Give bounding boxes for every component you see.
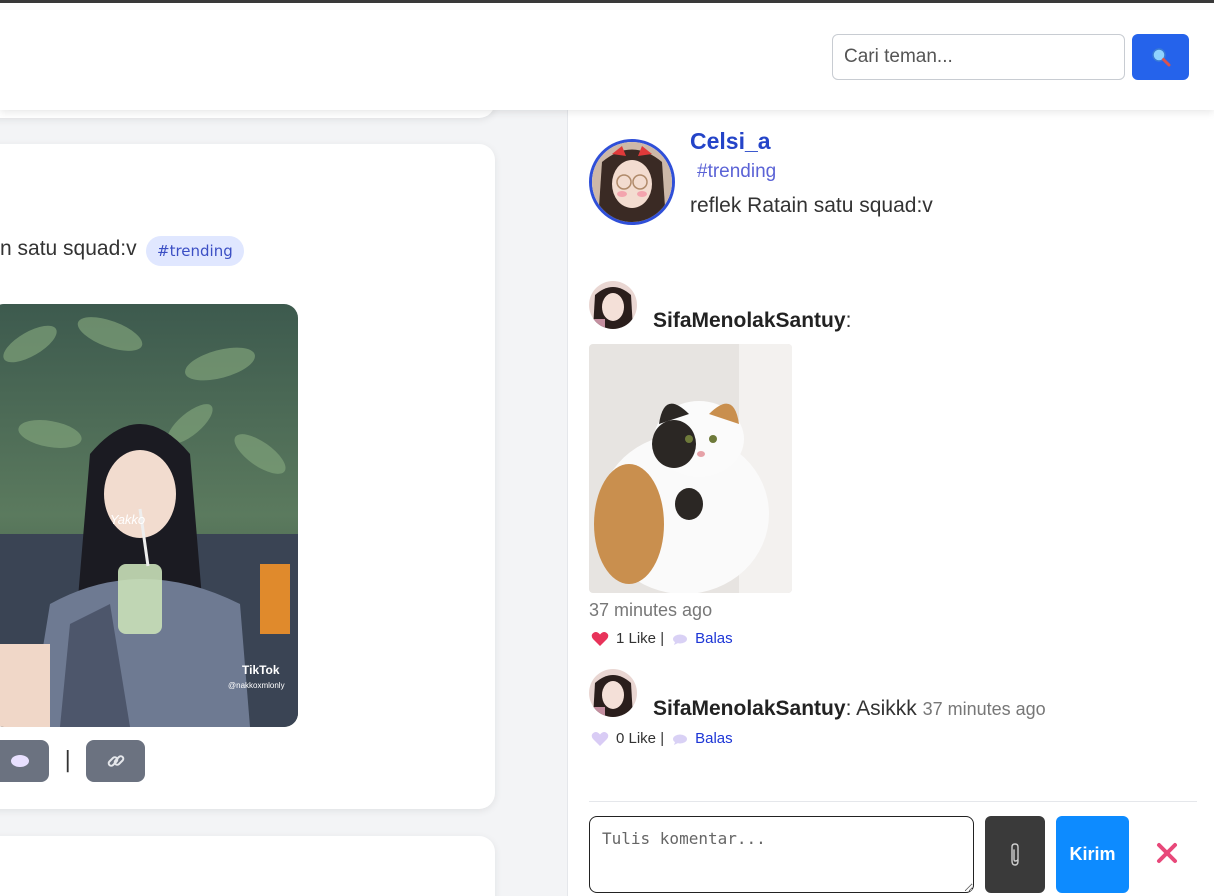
image-overlay-text: Yakko xyxy=(110,512,146,527)
reply-link[interactable]: Balas xyxy=(695,730,733,747)
heart-icon[interactable] xyxy=(591,631,609,647)
share-link-button[interactable] xyxy=(86,740,145,782)
comment-username[interactable]: SifaMenolakSantuy xyxy=(653,309,846,332)
paperclip-icon xyxy=(1011,842,1019,866)
author-avatar[interactable] xyxy=(589,139,675,225)
attach-button[interactable] xyxy=(985,816,1045,893)
author-name-link[interactable]: Celsi_a xyxy=(690,128,771,155)
comment-colon: : xyxy=(845,309,852,332)
send-button[interactable]: Kirim xyxy=(1056,816,1129,893)
search-icon xyxy=(1151,48,1170,67)
link-icon xyxy=(107,755,124,767)
search-input[interactable] xyxy=(832,34,1125,80)
speech-bubble-icon xyxy=(673,634,688,645)
search-button[interactable] xyxy=(1132,34,1189,80)
tiktok-handle: @nakkoxmlonly xyxy=(228,681,285,690)
comment-timestamp: 37 minutes ago xyxy=(922,699,1046,719)
reply-link[interactable]: Balas xyxy=(695,630,733,647)
panel-hashtag[interactable]: #trending xyxy=(697,161,776,183)
window-top-border xyxy=(0,0,1214,3)
comment-input[interactable] xyxy=(589,816,974,893)
comment-header: SifaMenolakSantuy: xyxy=(653,309,851,333)
feed-post-card-next xyxy=(0,836,495,896)
tiktok-watermark: TikTok xyxy=(242,663,280,677)
post-image[interactable]: Yakko TikTok @nakkoxmlonly xyxy=(0,304,298,727)
speech-bubble-icon xyxy=(10,755,29,767)
action-separator: | xyxy=(64,748,72,773)
top-navbar xyxy=(0,3,1214,110)
cat-photo-illustration xyxy=(589,344,792,593)
composer-divider xyxy=(589,801,1197,802)
comment-username[interactable]: SifaMenolakSantuy xyxy=(653,697,846,720)
comment-attached-image[interactable] xyxy=(589,344,792,593)
comment-actions: 1 Like | Balas xyxy=(591,630,733,647)
heart-icon[interactable] xyxy=(591,731,609,747)
post-caption: n satu squad:v xyxy=(0,237,137,260)
comments-panel: Celsi_a #trending reflek Ratain satu squ… xyxy=(567,110,1214,896)
commenter-avatar-image xyxy=(589,669,637,717)
comment-actions: 0 Like | Balas xyxy=(591,730,733,747)
speech-bubble-icon xyxy=(673,734,688,745)
panel-caption: reflek Ratain satu squad:v xyxy=(690,194,933,217)
commenter-avatar-image xyxy=(589,281,637,329)
close-icon[interactable] xyxy=(1154,838,1180,868)
comment-timestamp: 37 minutes ago xyxy=(589,600,713,620)
comment-text: Asikkk xyxy=(851,697,917,720)
commenter-avatar[interactable] xyxy=(589,281,637,329)
author-avatar-image xyxy=(592,142,672,222)
comment-header: SifaMenolakSantuy: Asikkk 37 minutes ago xyxy=(653,697,1046,721)
post-hashtag[interactable]: #trending xyxy=(146,236,244,266)
comment-toggle-button[interactable] xyxy=(0,740,49,782)
like-count: 0 Like | xyxy=(616,730,665,747)
commenter-avatar[interactable] xyxy=(589,669,637,717)
like-count: 1 Like | xyxy=(616,630,665,647)
